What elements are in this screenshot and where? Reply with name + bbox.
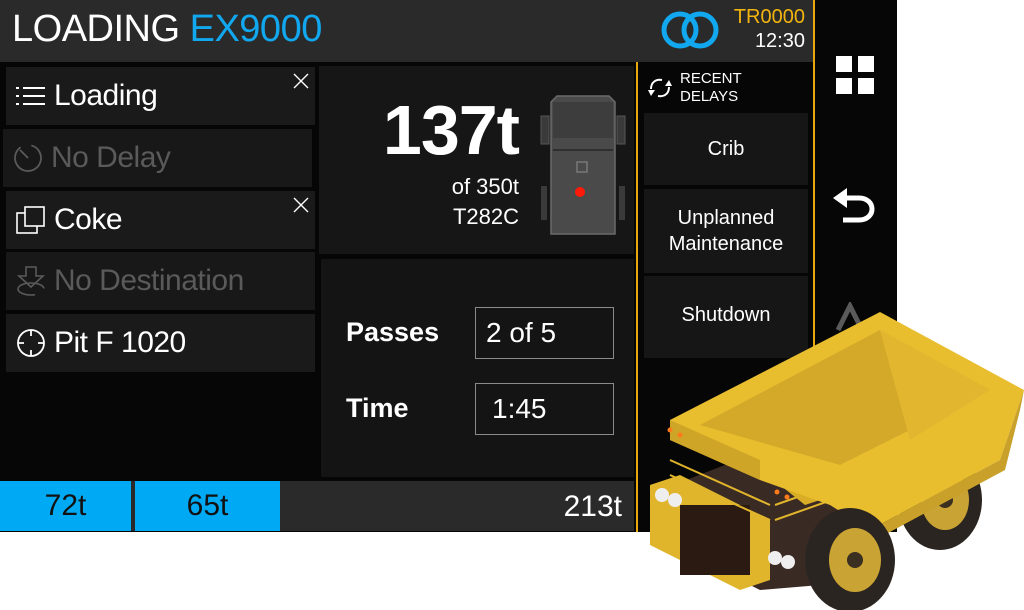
- grid-menu-icon[interactable]: [835, 55, 875, 95]
- list-icon: [14, 79, 48, 113]
- payload-card: 137t of 350t T282C: [319, 66, 634, 254]
- truck-id: TR0000: [733, 6, 805, 28]
- current-payload: 137t: [382, 91, 520, 169]
- page-title: LOADING EX9000: [12, 8, 322, 51]
- title-mode: LOADING: [12, 8, 180, 50]
- remaining-tonnage: 213t: [563, 490, 622, 523]
- pass-tonnage-2: 65t: [135, 481, 280, 531]
- crosshair-location-icon: [14, 326, 48, 360]
- delay-button-crib[interactable]: Crib: [644, 113, 808, 185]
- material-layers-icon: [14, 203, 48, 237]
- linked-rings-icon: [661, 11, 719, 49]
- destination-download-icon: [14, 264, 48, 298]
- clock: 12:30: [754, 30, 805, 52]
- truck-top-view-icon: [540, 95, 626, 235]
- destination-status[interactable]: No Destination: [6, 252, 315, 310]
- recent-delays-title-2: DELAYS: [680, 88, 739, 105]
- close-icon[interactable]: [291, 71, 311, 91]
- item-label: No Delay: [51, 141, 171, 174]
- truck-model: T282C: [452, 204, 519, 229]
- passes-label: Passes: [346, 317, 440, 347]
- material-coke[interactable]: Coke: [6, 191, 315, 249]
- title-machine-id: EX9000: [189, 8, 323, 50]
- undo-back-icon[interactable]: [831, 186, 875, 226]
- time-label: Time: [346, 393, 409, 423]
- close-icon[interactable]: [291, 195, 311, 215]
- timer-icon: [11, 141, 45, 175]
- recent-delays-title-1: RECENT: [680, 70, 742, 87]
- pass-tonnage-bar: 72t 65t 213t: [0, 481, 634, 531]
- front-wheel: [805, 508, 895, 610]
- item-label: Loading: [54, 79, 158, 112]
- item-label: Coke: [54, 203, 123, 236]
- haul-truck-illustration: [650, 312, 1024, 610]
- activity-loading[interactable]: Loading: [6, 67, 315, 125]
- refresh-cycle-icon: [648, 78, 672, 98]
- header-bar: LOADING EX9000 TR0000 12:30: [0, 0, 813, 62]
- payload-capacity: of 350t: [451, 174, 519, 199]
- delay-button-unplanned-maintenance[interactable]: Unplanned Maintenance: [644, 189, 808, 273]
- item-label: No Destination: [54, 264, 244, 297]
- recent-delays-header: RECENT DELAYS: [646, 67, 742, 109]
- time-value: 1:45: [475, 383, 614, 435]
- location-pit[interactable]: Pit F 1020: [6, 314, 315, 372]
- passes-value: 2 of 5: [475, 307, 614, 359]
- pass-tonnage-1: 72t: [0, 481, 131, 531]
- item-label: Pit F 1020: [54, 326, 186, 359]
- passes-card: Passes 2 of 5 Time 1:45: [321, 259, 634, 477]
- delay-status[interactable]: No Delay: [3, 129, 312, 187]
- load-position-dot: [575, 187, 585, 197]
